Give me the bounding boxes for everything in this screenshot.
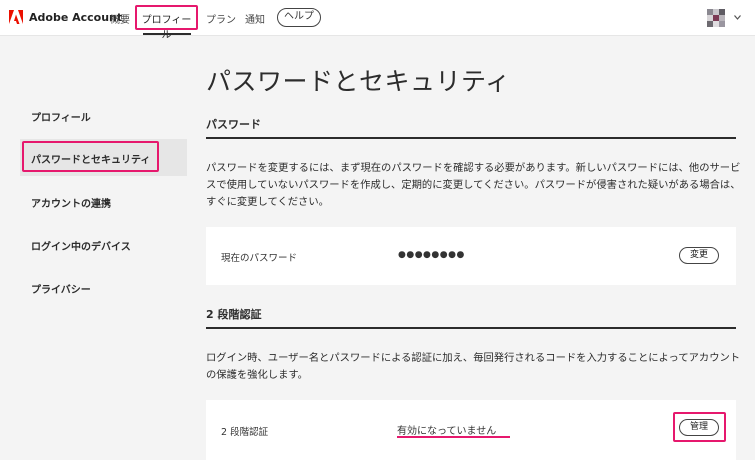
nav-overview[interactable]: 概要 (110, 11, 130, 26)
nav-profile-label: プロフィール (141, 15, 192, 41)
nav-plans[interactable]: プラン (206, 11, 236, 26)
masked-password: ●●●●●●●● (398, 250, 465, 260)
two-factor-card: 2 段階認証 有効になっていません 管理 (206, 400, 736, 460)
password-section-heading: パスワード (206, 118, 261, 131)
page-title: パスワードとセキュリティ (206, 67, 511, 96)
two-factor-label: 2 段階認証 (221, 427, 269, 438)
manage-two-factor-button[interactable]: 管理 (679, 419, 719, 436)
password-description: パスワードを変更するには、まず現在のパスワードを確認する必要があります。新しいパ… (206, 162, 741, 208)
adobe-logo-icon[interactable] (9, 10, 23, 24)
section-divider (206, 137, 736, 139)
sidebar-item-privacy[interactable]: プライバシー (31, 281, 91, 296)
current-password-label: 現在のパスワード (221, 253, 298, 264)
change-password-button[interactable]: 変更 (679, 247, 719, 264)
chevron-down-icon[interactable] (734, 15, 741, 20)
nav-profile[interactable]: プロフィール (135, 5, 198, 41)
section-divider (206, 327, 736, 329)
help-button[interactable]: ヘルプ (277, 8, 321, 27)
sidebar-item-password-security-label: パスワードとセキュリティ (31, 155, 151, 166)
two-factor-description: ログイン時、ユーザー名とパスワードによる認証に加え、毎回発行されるコードを入力す… (206, 352, 741, 381)
sidebar-item-linked-accounts[interactable]: アカウントの連携 (31, 195, 111, 210)
password-card: 現在のパスワード ●●●●●●●● 変更 (206, 227, 736, 285)
two-factor-status: 有効になっていません (397, 426, 497, 437)
user-avatar[interactable] (707, 9, 729, 29)
status-underline (397, 436, 510, 438)
brand-name[interactable]: Adobe Account (29, 11, 122, 24)
two-factor-section-heading: 2 段階認証 (206, 308, 262, 321)
sidebar-item-profile[interactable]: プロフィール (31, 109, 91, 124)
sidebar-item-devices[interactable]: ログイン中のデバイス (31, 238, 131, 253)
top-nav-bar: Adobe Account 概要 プロフィール プラン 通知 ヘルプ (0, 0, 755, 41)
nav-active-indicator (143, 33, 191, 35)
nav-notifications[interactable]: 通知 (245, 11, 265, 26)
